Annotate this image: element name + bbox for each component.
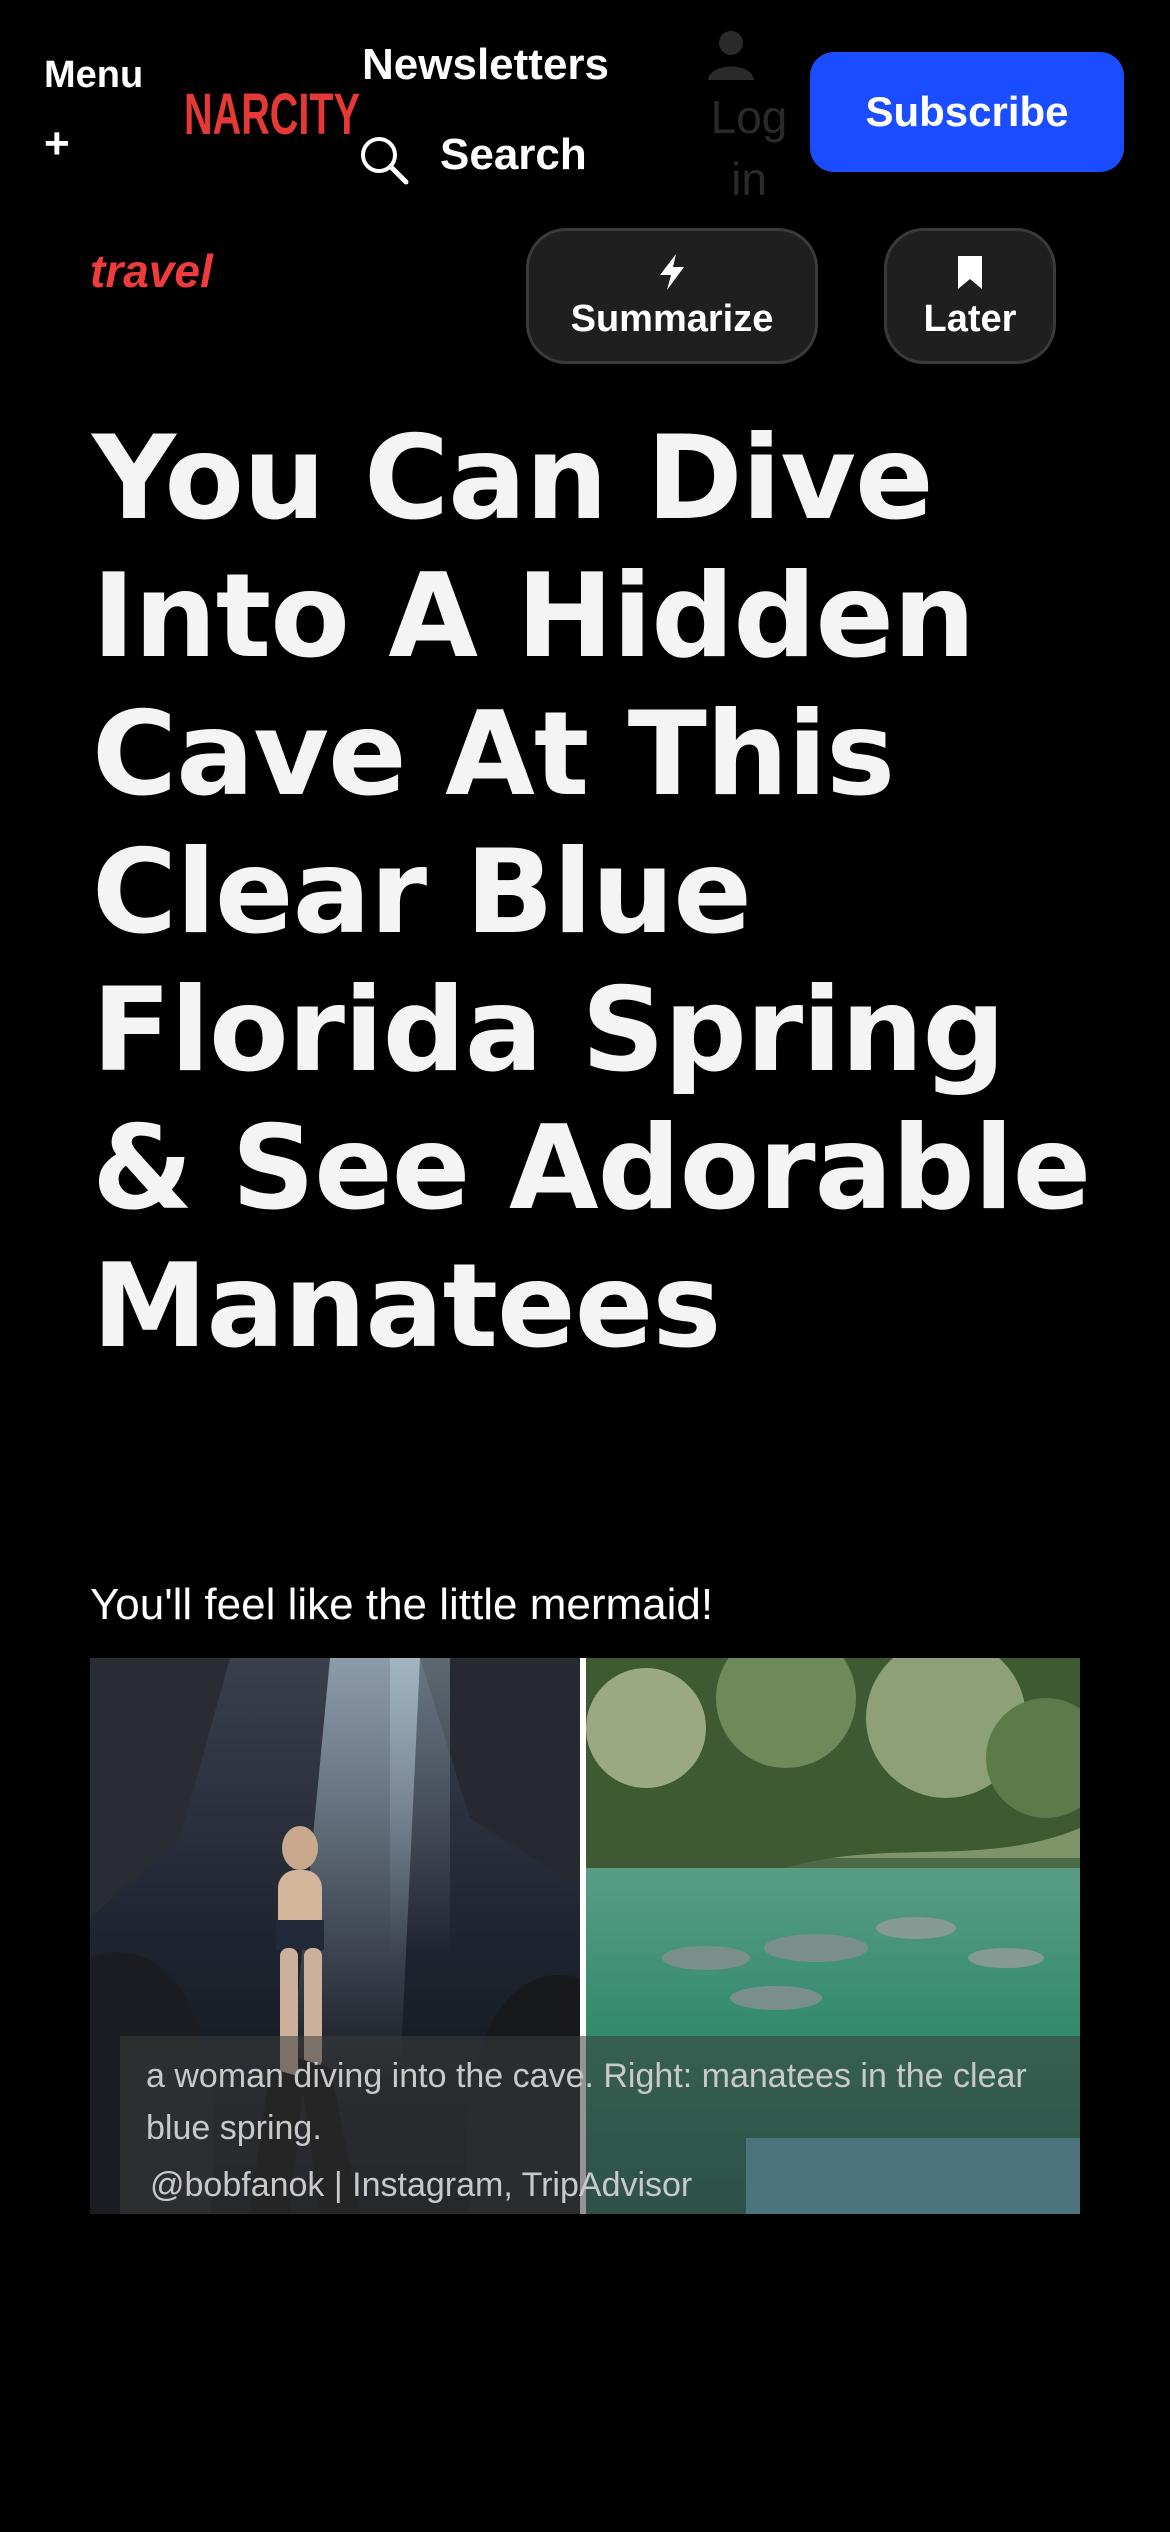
narcity-logo[interactable]: NARCITY xyxy=(182,84,362,142)
section-tag-travel[interactable]: travel xyxy=(90,244,213,298)
subscribe-button[interactable]: Subscribe xyxy=(810,52,1124,172)
summarize-label: Summarize xyxy=(570,297,774,340)
image-caption: a woman diving into the cave. Right: man… xyxy=(146,2057,1027,2147)
search-icon[interactable] xyxy=(358,134,410,186)
later-button[interactable]: Later xyxy=(884,228,1056,364)
later-label: Later xyxy=(923,297,1017,340)
search-link[interactable]: Search xyxy=(440,130,587,180)
article-subtitle: You'll feel like the little mermaid! xyxy=(90,1580,714,1629)
menu-button[interactable]: Menu xyxy=(44,54,143,97)
article-headline: You Can Dive Into A Hidden Cave At This … xyxy=(92,411,1091,1374)
user-icon[interactable] xyxy=(704,28,758,82)
image-credit: @bobfanok | Instagram, TripAdvisor xyxy=(150,2166,693,2204)
bookmark-icon xyxy=(958,255,982,289)
logo-text: NARCITY xyxy=(184,84,360,142)
article-image: a woman diving into the cave. Right: man… xyxy=(90,1658,1080,2214)
bolt-icon xyxy=(660,253,684,290)
newsletters-link[interactable]: Newsletters xyxy=(362,40,609,90)
summarize-button[interactable]: Summarize xyxy=(526,228,818,364)
login-link[interactable]: Log in xyxy=(700,86,798,210)
menu-plus-icon[interactable]: + xyxy=(44,122,70,166)
